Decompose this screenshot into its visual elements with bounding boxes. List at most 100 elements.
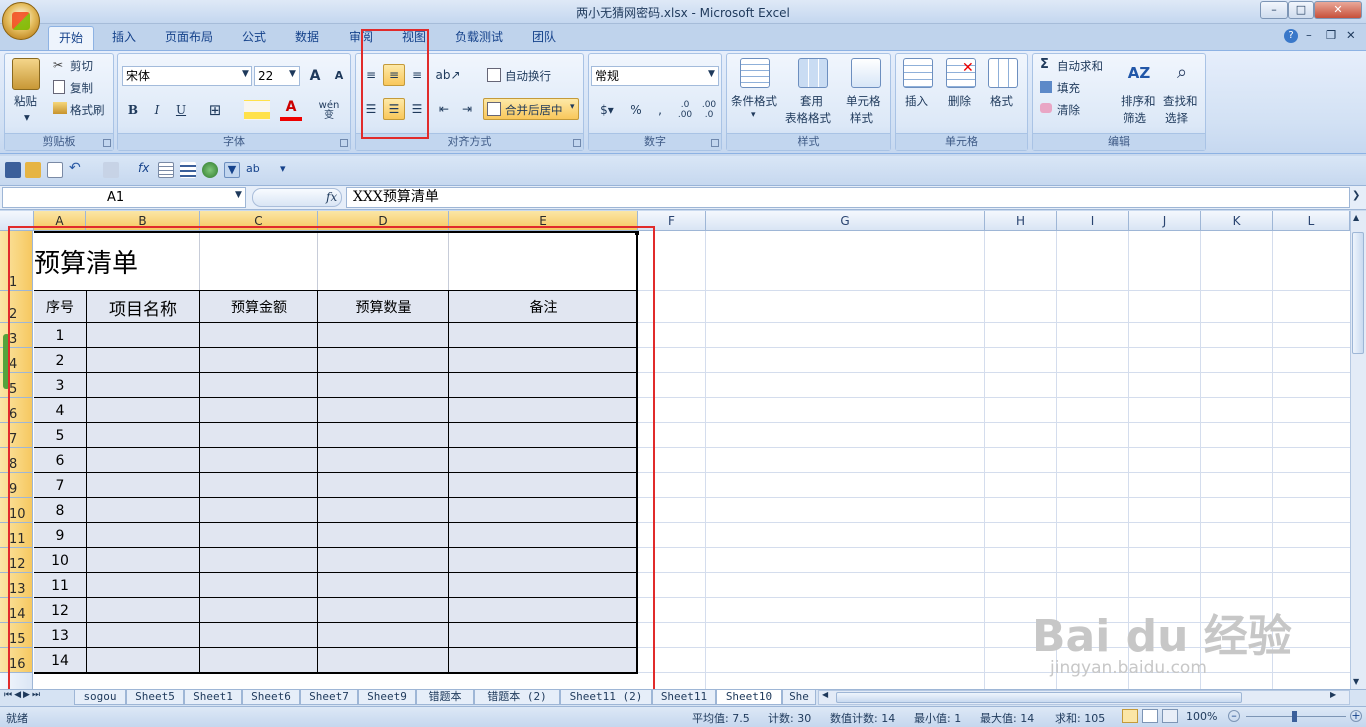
comma-button[interactable]: , [649,99,671,121]
insert-cells-button[interactable]: 插入 [905,93,928,109]
wrap-text-button[interactable]: 自动换行 [505,68,551,84]
font-size-dropdown-icon[interactable]: ▼ [289,69,296,79]
index-cell[interactable]: 4 [34,398,86,423]
borders-icon[interactable]: ⊞ [204,99,226,121]
open-folder-icon[interactable] [25,162,41,178]
column-header-f[interactable]: F [638,211,706,231]
sheet-tab[interactable]: Sheet5 [126,690,184,705]
format-painter-button[interactable]: 格式刷 [70,102,105,118]
ribbon-minimize-icon[interactable]: – [1306,28,1312,42]
sheet-tab[interactable]: Sheet11 (2) [560,690,652,705]
find-select-icon[interactable]: ⌕ [1167,58,1197,88]
tab-data[interactable]: 数据 [289,26,325,50]
cut-button[interactable]: 剪切 [70,58,93,74]
normal-view-icon[interactable] [1122,709,1138,723]
cell-styles-button-line1[interactable]: 单元格 [846,93,881,109]
clipboard-launcher-icon[interactable] [103,139,111,147]
column-header-g[interactable]: G [706,211,985,231]
tab-load-test[interactable]: 负载测试 [450,26,508,50]
conditional-format-dropdown-icon[interactable]: ▾ [751,110,756,120]
zoom-level[interactable]: 100% [1186,710,1217,723]
draw-icon[interactable] [103,162,119,178]
sheet-tab[interactable]: Sheet1 [184,690,242,705]
row-header-1[interactable]: 1 [0,231,33,291]
scroll-left-icon[interactable]: ◀ [822,690,828,699]
delete-cells-button[interactable]: 删除 [948,93,971,109]
column-header-l[interactable]: L [1273,211,1350,231]
header-cell-index[interactable]: 序号 [34,291,86,323]
find-select-button-line1[interactable]: 查找和 [1163,93,1198,109]
tab-formulas[interactable]: 公式 [236,26,272,50]
row-header-12[interactable]: 12 [0,548,33,573]
fill-color-icon[interactable] [244,100,270,120]
header-cell-amount[interactable]: 预算金额 [200,291,318,323]
index-cell[interactable]: 14 [34,648,86,673]
font-color-icon[interactable]: A [280,99,302,121]
tab-review[interactable]: 审阅 [343,26,379,50]
tab-team[interactable]: 团队 [526,26,562,50]
insert-cells-icon[interactable] [903,58,933,88]
maximize-button[interactable]: □ [1288,1,1314,19]
orientation-icon[interactable]: ab↗ [433,64,463,86]
name-box[interactable]: A1 [2,187,246,208]
tab-page-layout[interactable]: 页面布局 [160,26,218,50]
column-header-i[interactable]: I [1057,211,1129,231]
index-cell[interactable]: 8 [34,498,86,523]
help-icon[interactable]: ? [1284,29,1298,43]
save-icon[interactable] [5,162,21,178]
decrease-indent-icon[interactable]: ⇤ [433,98,455,120]
undo-icon[interactable]: ↶ [69,160,85,176]
row-header-13[interactable]: 13 [0,573,33,598]
index-cell[interactable]: 5 [34,423,86,448]
ribbon-close-icon[interactable]: ✕ [1346,28,1356,42]
column-header-c[interactable]: C [200,211,318,231]
format-as-table-icon[interactable] [798,58,828,88]
align-top-icon[interactable]: ≡ [360,64,382,86]
shrink-font-button[interactable]: A [328,65,350,87]
font-name-select[interactable]: 宋体 [122,66,252,86]
row-header-8[interactable]: 8 [0,448,33,473]
italic-button[interactable]: I [146,99,168,121]
rows-icon[interactable] [180,162,196,178]
globe-icon[interactable] [202,162,218,178]
sheet-tab[interactable]: Sheet7 [300,690,358,705]
align-left-icon[interactable]: ☰ [360,98,382,120]
paste-dropdown-icon[interactable]: ▾ [24,110,30,124]
number-format-select[interactable]: 常规 [591,66,719,86]
sheet-tab[interactable]: Sheet6 [242,690,300,705]
paste-button[interactable]: 粘贴 [14,93,37,109]
formula-input[interactable]: XXX预算清单 [346,187,1350,208]
customize-qat-icon[interactable]: ▾ [280,162,296,178]
sheet-tab[interactable]: 错题本 (2) [474,690,560,705]
tab-view[interactable]: 视图 [396,26,432,50]
format-as-table-button-line1[interactable]: 套用 [800,93,823,109]
page-break-view-icon[interactable] [1162,709,1178,723]
tab-insert[interactable]: 插入 [106,26,142,50]
ribbon-restore-icon[interactable]: ❐ [1326,28,1336,42]
row-header-6[interactable]: 6 [0,398,33,423]
header-cell-note[interactable]: 备注 [449,291,638,323]
scroll-up-icon[interactable]: ▲ [1353,213,1359,222]
format-cells-button[interactable]: 格式 [990,93,1013,109]
column-header-k[interactable]: K [1201,211,1273,231]
row-header-15[interactable]: 15 [0,623,33,648]
sheet-tab[interactable]: Sheet9 [358,690,416,705]
index-cell[interactable]: 2 [34,348,86,373]
sheet-tab[interactable]: 错题本 [416,690,474,705]
column-header-j[interactable]: J [1129,211,1201,231]
percent-button[interactable]: % [625,99,647,121]
cell-styles-icon[interactable] [851,58,881,88]
increase-indent-icon[interactable]: ⇥ [456,98,478,120]
bold-button[interactable]: B [122,99,144,121]
align-middle-icon[interactable]: ≡ [383,64,405,86]
column-header-d[interactable]: D [318,211,449,231]
clear-button[interactable]: 清除 [1057,102,1080,118]
font-name-dropdown-icon[interactable]: ▼ [242,69,249,79]
tab-home[interactable]: 开始 [48,26,94,50]
number-format-dropdown-icon[interactable]: ▼ [708,69,715,79]
index-cell[interactable]: 1 [34,323,86,348]
row-header-2[interactable]: 2 [0,291,33,323]
copy-button[interactable]: 复制 [70,80,93,96]
sort-filter-icon[interactable]: AZ [1124,58,1154,88]
format-as-table-button-line2[interactable]: 表格格式 [785,110,831,126]
